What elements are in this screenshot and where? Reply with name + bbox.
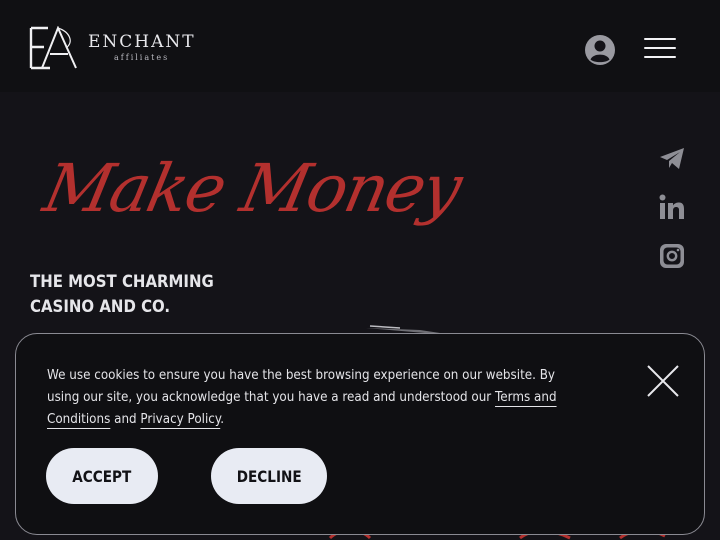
user-circle-icon [585, 35, 615, 65]
cookie-close-button[interactable] [646, 364, 680, 398]
decline-button[interactable]: DECLINE [211, 448, 327, 504]
cookie-text-and: and [110, 412, 141, 427]
telegram-link[interactable] [658, 144, 686, 172]
cookie-banner: We use cookies to ensure you have the be… [15, 333, 705, 535]
brand-name: ENCHANT [88, 32, 196, 52]
user-account-button[interactable] [584, 34, 616, 66]
social-links [658, 144, 688, 291]
linkedin-icon [659, 194, 684, 219]
cookie-text-part1: We use cookies to ensure you have the be… [47, 368, 556, 405]
cookie-message: We use cookies to ensure you have the be… [47, 365, 581, 431]
cookie-text-end: . [220, 412, 225, 427]
telegram-icon [660, 148, 684, 169]
instagram-icon [660, 244, 684, 268]
accept-label: ACCEPT [72, 466, 132, 486]
menu-button[interactable] [644, 38, 676, 62]
hero-subtitle-line1: THE MOST CHARMING [30, 272, 214, 292]
accept-button[interactable]: ACCEPT [46, 448, 158, 504]
hamburger-menu-icon [644, 38, 676, 40]
brand-subtitle: affiliates [114, 53, 170, 62]
logo-mark-icon [29, 26, 77, 70]
brand-logo[interactable]: ENCHANT affiliates [28, 26, 228, 70]
privacy-link[interactable]: Privacy Policy [140, 412, 220, 427]
instagram-link[interactable] [658, 242, 686, 270]
hero-subtitle: THE MOST CHARMING CASINO AND CO. [30, 270, 241, 320]
hero-subtitle-line2: CASINO AND CO. [30, 297, 171, 317]
hero-title: Make Money [37, 150, 467, 227]
decline-label: DECLINE [236, 466, 302, 486]
close-icon [647, 365, 679, 397]
site-header: ENCHANT affiliates [0, 0, 720, 92]
linkedin-link[interactable] [658, 193, 686, 221]
